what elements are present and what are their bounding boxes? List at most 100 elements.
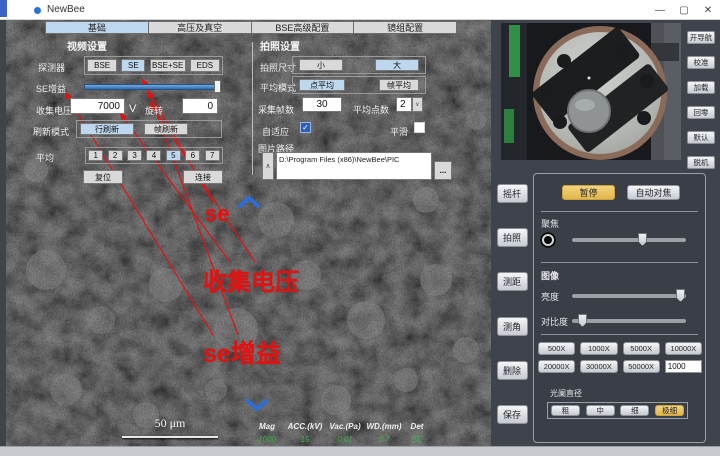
mag-10000x-button[interactable]: 10000X xyxy=(665,342,702,355)
delete-button[interactable]: 删除 xyxy=(497,361,528,380)
path-icon-button[interactable]: ∧ xyxy=(262,152,274,180)
refresh-line-button[interactable]: 行刷新 xyxy=(80,123,134,135)
mag-30000x-button[interactable]: 30000X xyxy=(580,360,617,373)
average-option-5[interactable]: 5 xyxy=(166,150,181,161)
focus-slider-track[interactable] xyxy=(572,238,686,242)
focus-slider-thumb[interactable] xyxy=(638,233,647,246)
calibrate-button[interactable]: 校准 xyxy=(687,56,715,69)
brightness-slider-thumb[interactable] xyxy=(676,289,685,302)
status-values: 1000 15 0.01 8.7 SE xyxy=(250,435,430,444)
reset-button[interactable]: 复位 xyxy=(83,170,123,184)
refresh-mode-group: 行刷新 帧刷新 xyxy=(76,120,222,138)
se-gain-slider-thumb[interactable] xyxy=(214,80,221,93)
home-button[interactable]: 回零 xyxy=(687,106,715,119)
chamber-camera-view xyxy=(501,23,681,160)
focus-knob-icon[interactable] xyxy=(540,232,556,248)
status-value-mag: 1000 xyxy=(250,435,284,444)
brightness-label: 亮度 xyxy=(541,290,559,303)
size-small-button[interactable]: 小 xyxy=(299,59,343,71)
average-option-1[interactable]: 1 xyxy=(88,150,103,161)
collect-voltage-input[interactable] xyxy=(70,98,125,114)
open-navigation-button[interactable]: 开导航 xyxy=(687,31,715,44)
refresh-frame-button[interactable]: 帧刷新 xyxy=(144,123,188,135)
mag-20000x-button[interactable]: 20000X xyxy=(538,360,575,373)
left-toolbar: 摇杆 拍照 测距 测角 删除 保存 xyxy=(494,184,530,424)
aperture-group: 粗 中 细 极细 xyxy=(547,402,688,419)
frames-input[interactable] xyxy=(302,97,342,112)
rotate-label: 旋转 xyxy=(145,104,163,117)
chevron-up-icon[interactable] xyxy=(238,196,260,208)
close-button[interactable]: ✕ xyxy=(696,0,720,20)
path-textarea[interactable] xyxy=(276,152,432,180)
scalebar-label: 50 μm xyxy=(122,416,218,431)
aperture-fine-button[interactable]: 细 xyxy=(620,405,649,416)
smooth-label: 平滑 xyxy=(390,125,408,138)
tab-bse-advanced[interactable]: BSE高级配置 xyxy=(252,21,355,34)
mag-5000x-button[interactable]: 5000X xyxy=(623,342,660,355)
detector-eds-button[interactable]: EDS xyxy=(190,59,220,72)
load-button[interactable]: 加载 xyxy=(687,81,715,94)
pause-button[interactable]: 暂停 xyxy=(562,185,615,200)
scalebar-line xyxy=(122,436,218,438)
mag-value-input[interactable] xyxy=(665,360,702,373)
frames-label: 采集帧数 xyxy=(258,103,294,116)
aperture-medium-button[interactable]: 中 xyxy=(586,405,615,416)
aperture-ultrafine-button[interactable]: 极细 xyxy=(655,405,684,416)
detector-se-button[interactable]: SE xyxy=(121,59,145,72)
window-accent-notch xyxy=(0,0,7,17)
mag-50000x-button[interactable]: 50000X xyxy=(623,360,660,373)
points-dropdown-button[interactable]: ∨ xyxy=(412,97,423,112)
average-option-6[interactable]: 6 xyxy=(185,150,200,161)
adaptive-checkbox[interactable]: ✓ xyxy=(300,122,311,133)
photo-size-group: 小 大 xyxy=(292,56,426,74)
contrast-slider-thumb[interactable] xyxy=(578,314,587,327)
default-button[interactable]: 默认 xyxy=(687,131,715,144)
se-gain-label: SE增益 xyxy=(36,82,66,95)
chevron-down-icon[interactable] xyxy=(246,399,268,411)
maximize-button[interactable]: ▢ xyxy=(672,0,696,20)
detector-label: 探测器 xyxy=(38,61,65,74)
video-settings-title: 视频设置 xyxy=(67,38,107,53)
offline-button[interactable]: 脱机 xyxy=(687,156,715,169)
tab-hv-vacuum[interactable]: 高压及真空 xyxy=(149,21,252,34)
size-large-button[interactable]: 大 xyxy=(375,59,419,71)
window-controls: — ▢ ✕ xyxy=(648,0,720,20)
average-option-2[interactable]: 2 xyxy=(108,150,123,161)
browse-button[interactable]: ... xyxy=(434,161,452,180)
detector-bse-button[interactable]: BSE xyxy=(87,59,117,72)
mag-500x-button[interactable]: 500X xyxy=(538,342,575,355)
average-label: 平均 xyxy=(36,151,54,164)
photo-size-label: 拍照尺寸 xyxy=(260,61,296,74)
mode-point-average-button[interactable]: 点平均 xyxy=(299,79,345,91)
brightness-slider-track[interactable] xyxy=(572,294,686,298)
divider xyxy=(541,262,698,263)
mag-1000x-button[interactable]: 1000X xyxy=(580,342,617,355)
status-header-wd: WD.(mm) xyxy=(364,422,404,431)
average-option-7[interactable]: 7 xyxy=(205,150,220,161)
measure-angle-button[interactable]: 测角 xyxy=(497,317,528,336)
smooth-checkbox[interactable] xyxy=(414,122,425,133)
detector-bse-se-button[interactable]: BSE+SE xyxy=(150,59,186,72)
average-option-3[interactable]: 3 xyxy=(127,150,142,161)
joystick-button[interactable]: 摇杆 xyxy=(497,184,528,203)
tab-basic[interactable]: 基础 xyxy=(45,21,149,34)
connect-button[interactable]: 连接 xyxy=(183,170,223,184)
contrast-slider-track[interactable] xyxy=(572,319,686,323)
tab-lens-config[interactable]: 镜组配置 xyxy=(354,21,457,34)
magnification-buttons: 500X 1000X 5000X 10000X 20000X 30000X 50… xyxy=(538,342,702,373)
take-photo-button[interactable]: 拍照 xyxy=(497,228,528,247)
titlebar[interactable]: NewBee — ▢ ✕ xyxy=(0,0,720,20)
se-gain-slider-track[interactable] xyxy=(84,84,222,90)
aperture-coarse-button[interactable]: 粗 xyxy=(551,405,580,416)
mode-frame-average-button[interactable]: 帧平均 xyxy=(379,79,419,91)
status-value-acc: 15 xyxy=(284,435,326,444)
aperture-label: 光阑直径 xyxy=(550,388,582,399)
minimize-button[interactable]: — xyxy=(648,0,672,20)
status-value-det: SE xyxy=(404,435,430,444)
save-button[interactable]: 保存 xyxy=(497,405,528,424)
measure-distance-button[interactable]: 测距 xyxy=(497,272,528,291)
rotate-input[interactable] xyxy=(182,98,218,114)
autofocus-button[interactable]: 自动对焦 xyxy=(627,185,680,200)
status-header-mag: Mag xyxy=(250,422,284,431)
average-option-4[interactable]: 4 xyxy=(146,150,161,161)
